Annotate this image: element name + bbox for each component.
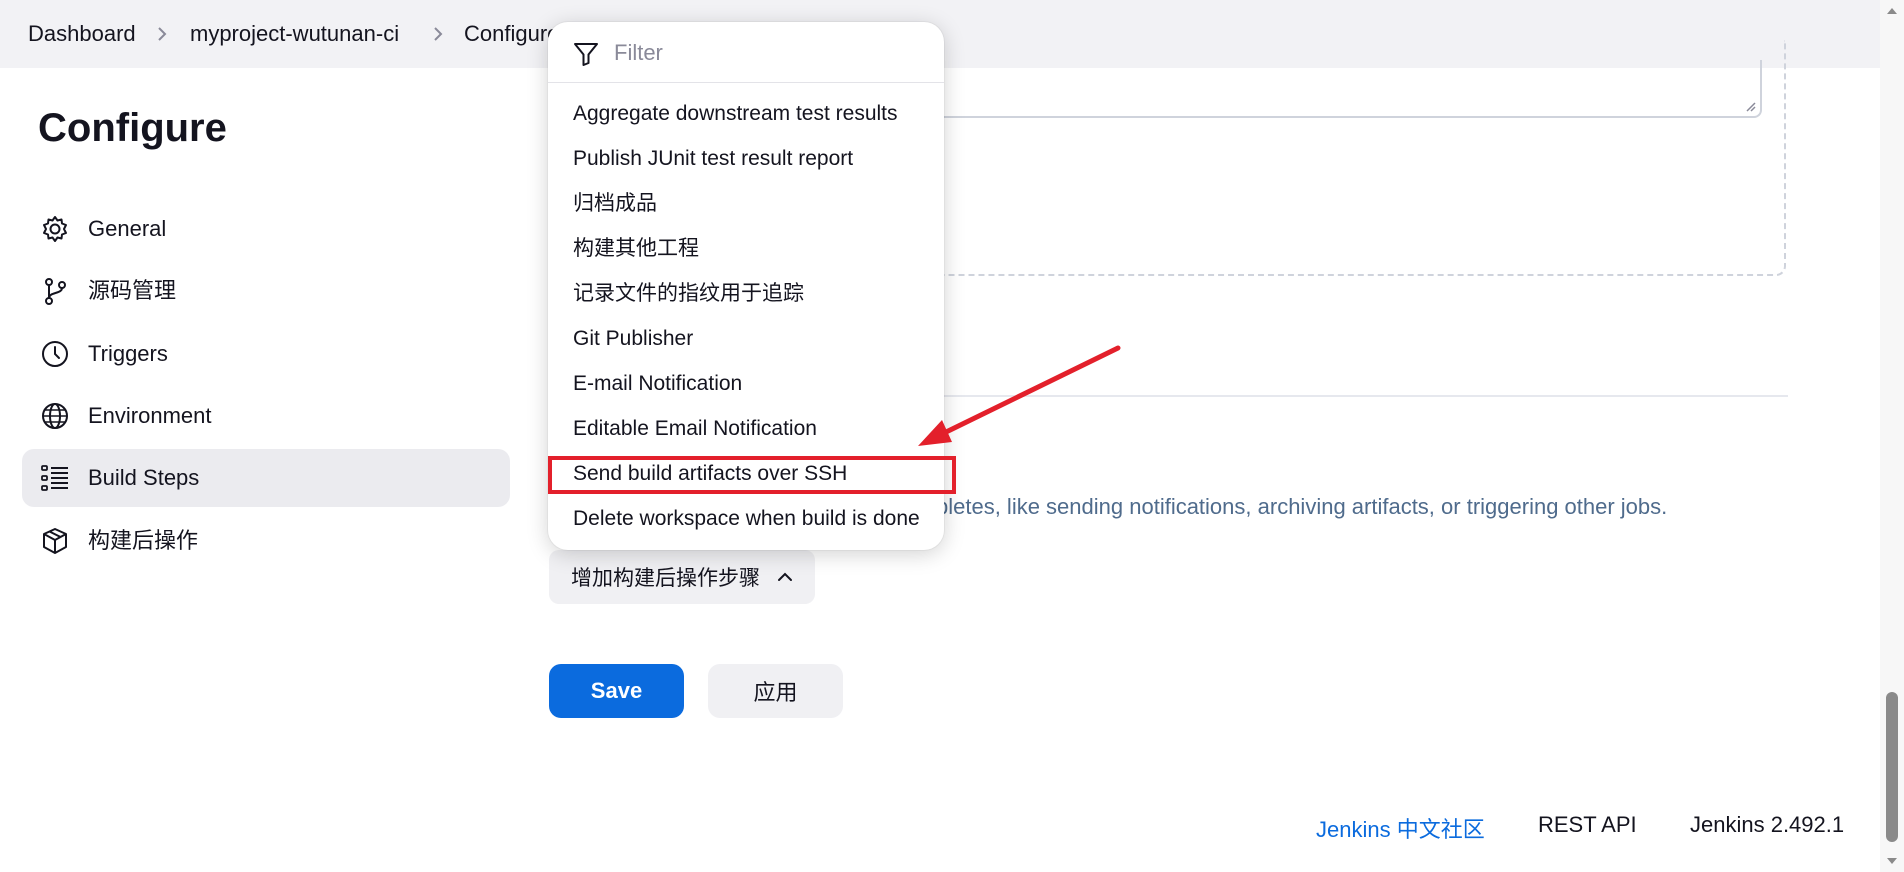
command-textarea[interactable]: [930, 60, 1762, 118]
apply-button[interactable]: 应用: [708, 664, 843, 718]
scrollbar-thumb[interactable]: [1886, 692, 1898, 842]
sidebar-item-source-control[interactable]: 源码管理: [22, 262, 510, 320]
sidebar-item-post-build[interactable]: 构建后操作: [22, 512, 510, 570]
page-title: Configure: [38, 106, 227, 150]
scroll-up-icon[interactable]: [1886, 6, 1898, 16]
filter-icon: [574, 43, 598, 66]
list-icon: [41, 465, 68, 491]
sidebar-item-label: 源码管理: [88, 278, 177, 303]
sidebar-item-label: General: [88, 216, 167, 241]
footer-community-link[interactable]: Jenkins 中文社区: [1316, 812, 1485, 844]
post-build-description: pletes, like sending notifications, arch…: [936, 494, 1668, 519]
menu-item-delete-workspace[interactable]: Delete workspace when build is done: [548, 496, 944, 541]
breadcrumb-configure[interactable]: Configure: [464, 0, 559, 68]
footer-rest-api-link[interactable]: REST API: [1538, 812, 1637, 838]
breadcrumb-separator-icon: [432, 0, 444, 68]
gear-icon: [43, 216, 67, 242]
sidebar-item-label: Build Steps: [88, 465, 200, 490]
resize-grip-icon[interactable]: [1744, 100, 1756, 112]
sidebar-item-general[interactable]: General: [22, 200, 510, 258]
chevron-up-icon: [778, 572, 792, 581]
breadcrumb-separator-icon: [156, 0, 168, 68]
page-scrollbar[interactable]: [1880, 0, 1904, 872]
sidebar-item-triggers[interactable]: Triggers: [22, 325, 510, 383]
add-post-build-step-label: 增加构建后操作步骤: [571, 567, 760, 590]
breadcrumb-project[interactable]: myproject-wutunan-ci: [190, 0, 399, 68]
jenkins-configure-page: Dashboard myproject-wutunan-ci Configure…: [0, 0, 1904, 872]
section-divider: [940, 395, 1788, 397]
menu-item-git-publisher[interactable]: Git Publisher: [548, 316, 944, 361]
globe-icon: [42, 403, 68, 429]
menu-item-record-fingerprints[interactable]: 记录文件的指纹用于追踪: [548, 271, 944, 316]
clock-icon: [42, 341, 68, 367]
filter-input[interactable]: [612, 34, 916, 72]
menu-item-editable-email-notification[interactable]: Editable Email Notification: [548, 406, 944, 451]
menu-item-aggregate-test-results[interactable]: Aggregate downstream test results: [548, 91, 944, 136]
menu-item-email-notification[interactable]: E-mail Notification: [548, 361, 944, 406]
add-post-build-step-button[interactable]: 增加构建后操作步骤: [549, 550, 815, 604]
sidebar-item-label: 构建后操作: [88, 528, 199, 553]
annotation-highlight-box: [548, 456, 956, 494]
save-button[interactable]: Save: [549, 664, 684, 718]
sidebar-item-label: Triggers: [88, 341, 168, 366]
sidebar-item-environment[interactable]: Environment: [22, 387, 510, 445]
menu-item-archive-artifacts[interactable]: 归档成品: [548, 181, 944, 226]
breadcrumb-dashboard[interactable]: Dashboard: [28, 0, 136, 68]
footer-version-link[interactable]: Jenkins 2.492.1: [1690, 812, 1844, 838]
menu-item-build-other-projects[interactable]: 构建其他工程: [548, 226, 944, 271]
scroll-down-icon[interactable]: [1886, 856, 1898, 866]
sidebar-item-label: Environment: [88, 403, 212, 428]
filter-row: [548, 22, 944, 83]
menu-item-publish-junit[interactable]: Publish JUnit test result report: [548, 136, 944, 181]
sidebar-item-build-steps[interactable]: Build Steps: [22, 449, 510, 507]
branch-icon: [45, 278, 66, 305]
package-icon: [43, 528, 67, 554]
